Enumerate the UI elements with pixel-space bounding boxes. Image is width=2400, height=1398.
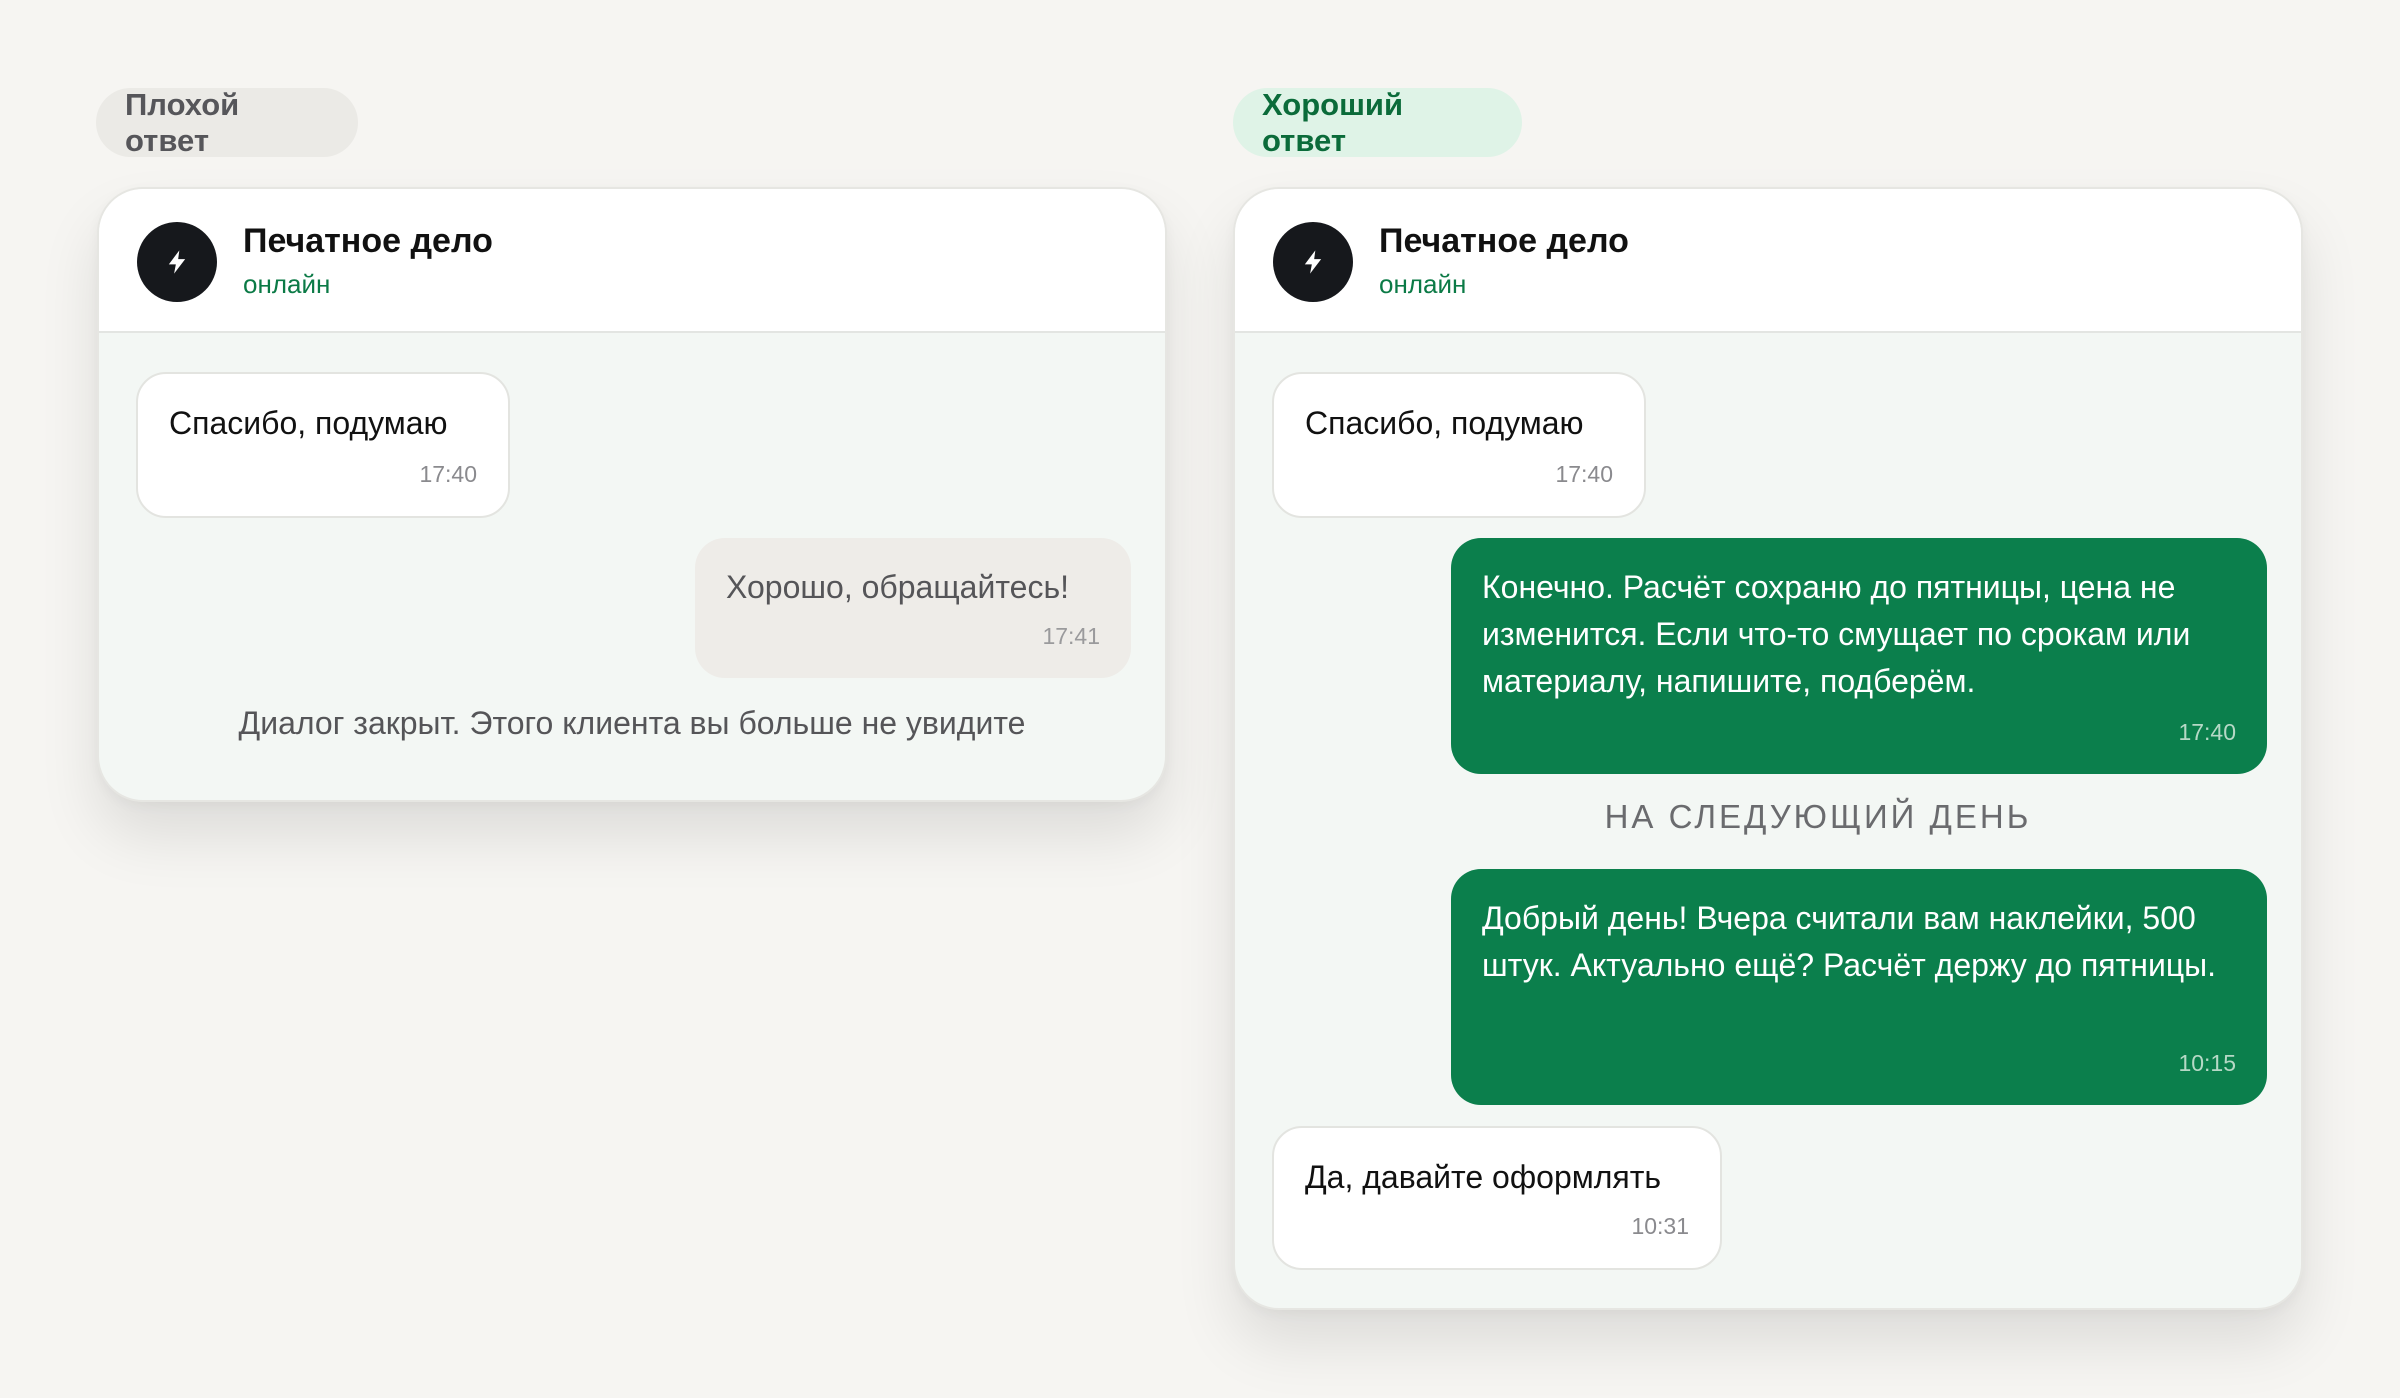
chat-header: Печатное дело онлайн [1235, 189, 2301, 333]
lightning-icon [1304, 250, 1322, 274]
message-time: 17:40 [419, 461, 477, 487]
chat-status: онлайн [243, 269, 331, 299]
message-time: 17:41 [1042, 623, 1100, 649]
message-time: 17:40 [1555, 461, 1613, 487]
avatar [1273, 222, 1353, 302]
incoming-message: Да, давайте оформлять 10:31 [1272, 1126, 1722, 1270]
incoming-message: Спасибо, подумаю 17:40 [136, 372, 510, 518]
message-text: Да, давайте оформлять [1305, 1159, 1662, 1195]
message-time: 17:40 [2178, 719, 2236, 745]
chat-title: Печатное дело [243, 222, 493, 260]
chat-title: Печатное дело [1379, 222, 1629, 260]
day-separator: НА СЛЕДУЮЩИЙ ДЕНЬ [1604, 798, 2032, 835]
message-time: 10:31 [1631, 1213, 1689, 1239]
bad-chat-window: Печатное дело онлайн Спасибо, подумаю 17… [97, 187, 1167, 802]
chat-header: Печатное дело онлайн [99, 189, 1165, 333]
outgoing-message: Добрый день! Вчера считали вам наклейки,… [1451, 869, 2267, 1105]
good-answer-label: Хороший ответ [1233, 87, 1522, 158]
message-text: Добрый день! Вчера считали вам наклейки,… [1482, 900, 2217, 983]
incoming-message: Спасибо, подумаю 17:40 [1272, 372, 1646, 518]
outgoing-message: Конечно. Расчёт сохраню до пятницы, цена… [1451, 538, 2267, 774]
lightning-icon [168, 250, 186, 274]
message-text: Спасибо, подумаю [1305, 405, 1584, 441]
message-text: Конечно. Расчёт сохраню до пятницы, цена… [1482, 569, 2191, 699]
message-time: 10:15 [2178, 1050, 2236, 1076]
outgoing-message: Хорошо, обращайтесь! 17:41 [695, 538, 1131, 678]
message-text: Спасибо, подумаю [169, 405, 448, 441]
bad-answer-label: Плохой ответ [96, 87, 358, 158]
dialog-closed-note: Диалог закрыт. Этого клиента вы больше н… [238, 705, 1026, 741]
chat-status: онлайн [1379, 269, 1467, 299]
good-chat-window: Печатное дело онлайн Спасибо, подумаю 17… [1233, 187, 2303, 1310]
message-text: Хорошо, обращайтесь! [726, 569, 1069, 605]
avatar [137, 222, 217, 302]
